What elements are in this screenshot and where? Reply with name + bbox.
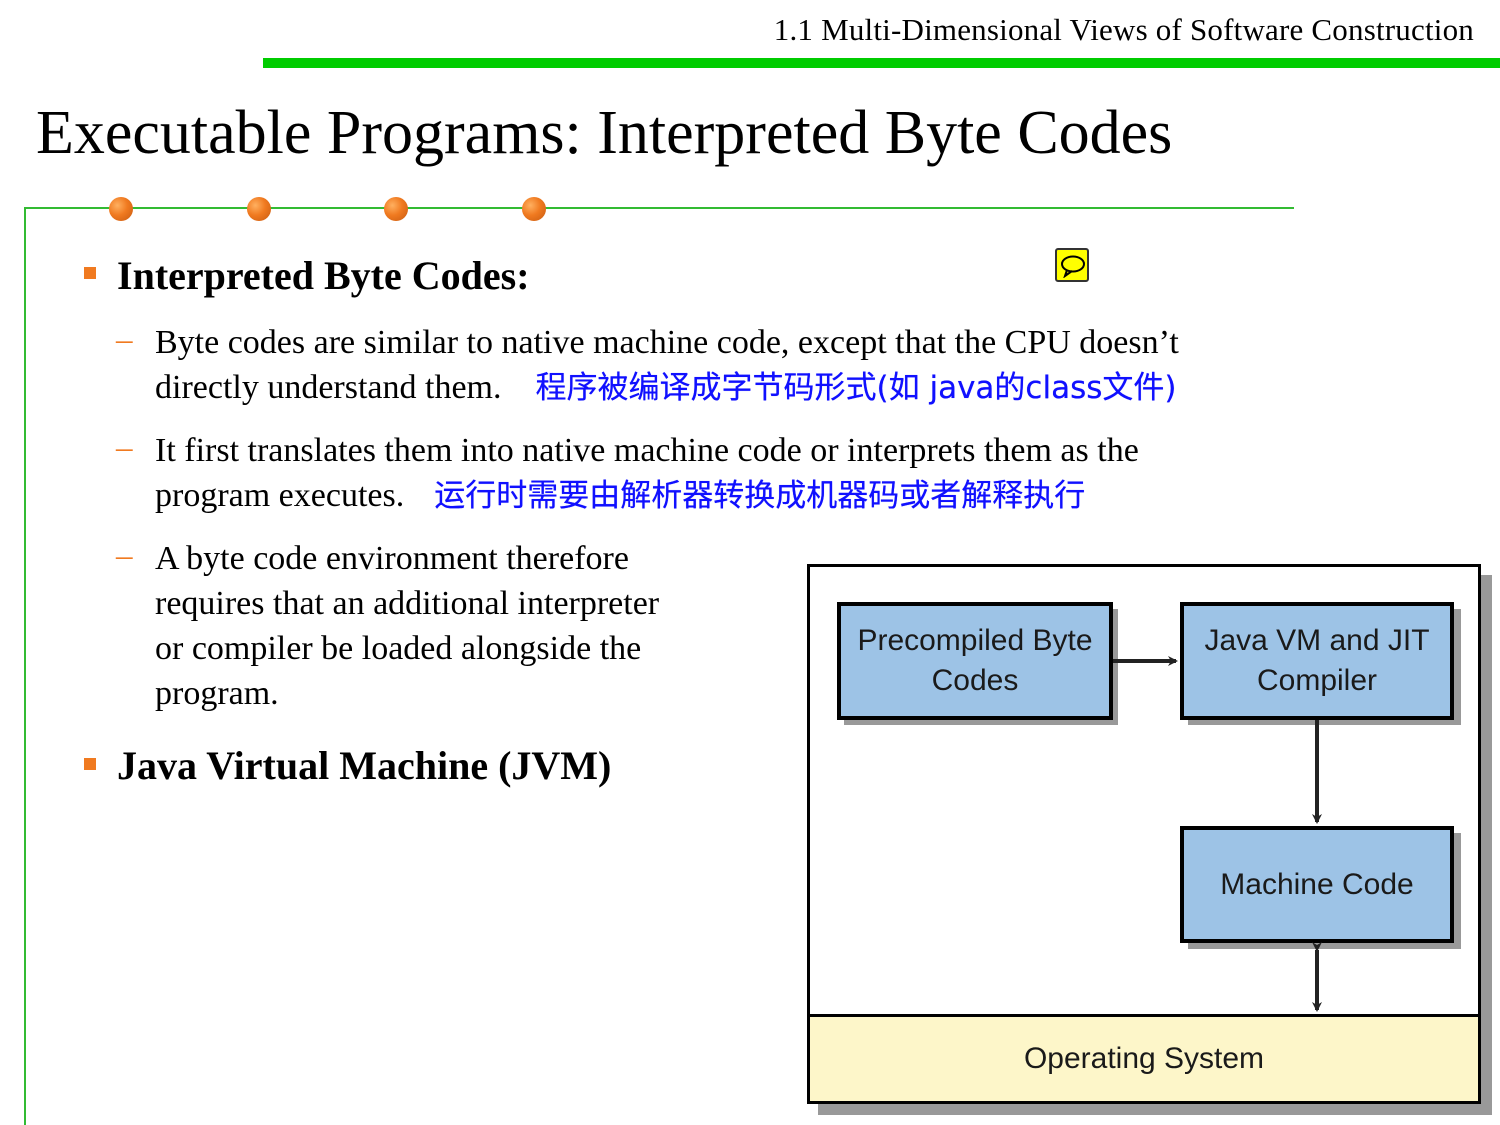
chinese-note: 程序被编译成字节码形式(如 java的class文件)	[535, 370, 1177, 406]
bullet-marker	[84, 758, 96, 770]
subitem-translates-native: It first translates them into native mac…	[155, 428, 1139, 519]
left-margin-rule	[24, 207, 26, 1125]
text-line: requires that an additional interpreter	[155, 585, 660, 622]
decorative-dot	[109, 197, 133, 221]
text-line: or compiler be loaded alongside the	[155, 630, 642, 667]
operating-system-bar: Operating System	[810, 1014, 1478, 1101]
comment-note-icon[interactable]	[1055, 248, 1089, 282]
jvm-diagram: Precompiled Byte Codes Java VM and JIT C…	[807, 564, 1481, 1104]
dash-marker: –	[116, 538, 133, 574]
header-accent-bar	[263, 58, 1500, 68]
text-line: program.	[155, 675, 279, 712]
section-header: 1.1 Multi-Dimensional Views of Software …	[773, 12, 1474, 47]
text-line: program executes. 运行时需要由解析器转换成机器码或者解释执行	[155, 477, 1086, 514]
dash-marker: –	[116, 430, 133, 466]
subitem-byte-code-environment: A byte code environment therefore requir…	[155, 536, 659, 716]
bullet-jvm: Java Virtual Machine (JVM)	[117, 743, 612, 788]
dash-marker: –	[116, 322, 133, 358]
bullet-marker	[84, 267, 96, 279]
chinese-note: 运行时需要由解析器转换成机器码或者解释执行	[434, 478, 1086, 514]
text-line: It first translates them into native mac…	[155, 432, 1139, 469]
text-line: directly understand them. 程序被编译成字节码形式(如 j…	[155, 369, 1177, 406]
bullet-interpreted-byte-codes: Interpreted Byte Codes:	[117, 253, 530, 298]
slide-title: Executable Programs: Interpreted Byte Co…	[36, 99, 1173, 167]
decorative-dot	[247, 197, 271, 221]
decorative-dot	[522, 197, 546, 221]
title-divider	[24, 207, 1294, 209]
text-line: A byte code environment therefore	[155, 540, 629, 577]
text-line: Byte codes are similar to native machine…	[155, 324, 1179, 361]
decorative-dot	[384, 197, 408, 221]
subitem-byte-codes-similar: Byte codes are similar to native machine…	[155, 320, 1179, 411]
